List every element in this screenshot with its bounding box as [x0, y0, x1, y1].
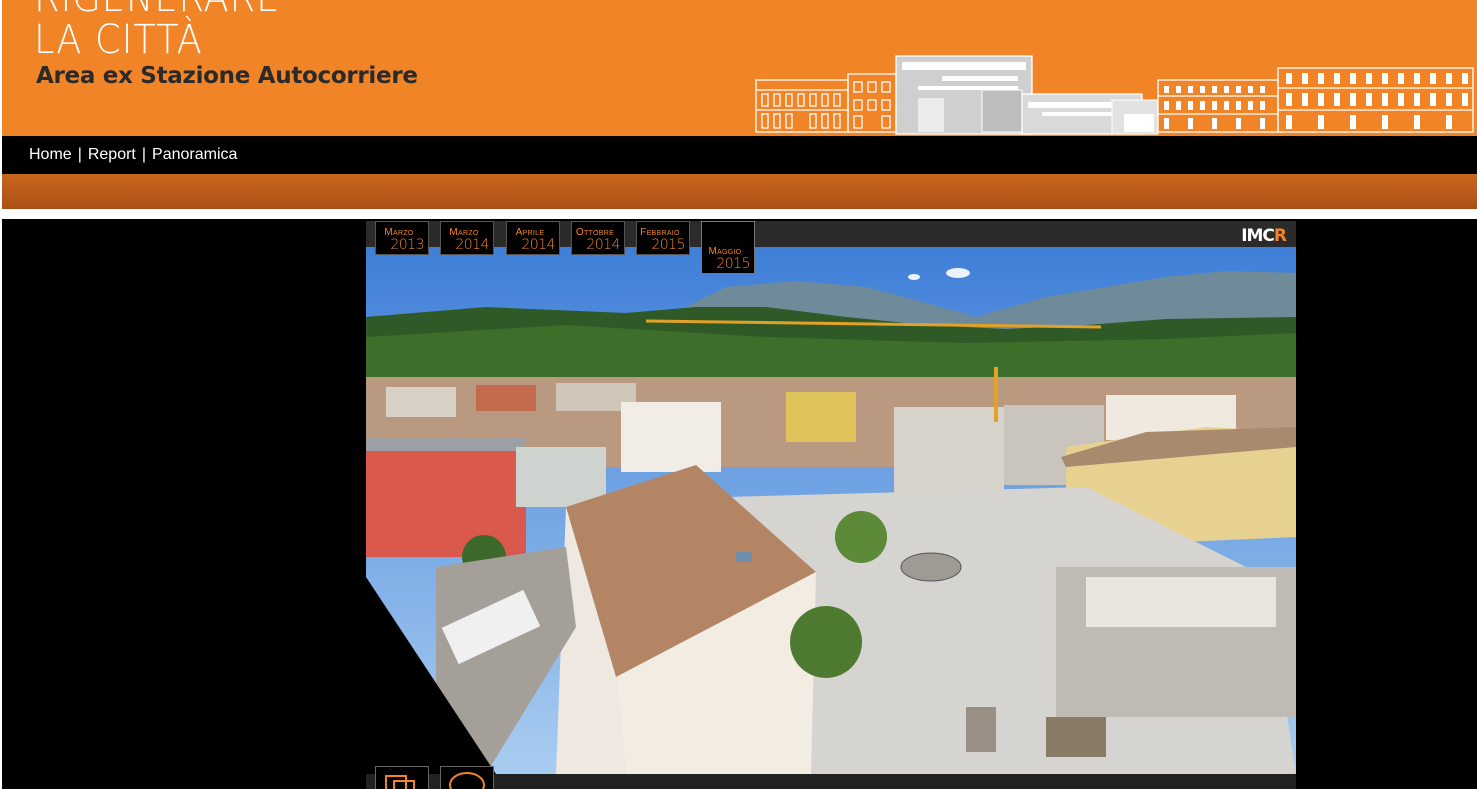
- main-nav: Home | Report | Panoramica: [2, 136, 1477, 174]
- date-tab-aprile-2014[interactable]: Aprile 2014: [506, 221, 560, 255]
- site-title-line2: LA CITTÀ: [34, 17, 203, 63]
- viewer-bottombar: [366, 774, 1296, 789]
- logo-accent: R: [1273, 226, 1287, 246]
- comment-icon: [449, 772, 485, 789]
- tab-year: 2014: [586, 237, 620, 253]
- date-tab-ottobre-2014[interactable]: Ottobre 2014: [571, 221, 625, 255]
- tab-year: 2014: [521, 237, 555, 253]
- thumbnails-button[interactable]: [375, 766, 429, 789]
- tab-year: 2013: [390, 237, 424, 253]
- logo-text: IMC: [1241, 226, 1275, 246]
- panorama-viewer[interactable]: IMCR Marzo 2013 Marzo 2014 Aprile 2014 O…: [366, 221, 1296, 789]
- thumbnails-icon: [385, 775, 415, 789]
- tab-year: 2015: [716, 256, 750, 272]
- city-skyline-illustration: [755, 55, 1474, 135]
- tab-year: 2014: [455, 237, 489, 253]
- site-title-line1: RIGENERARE: [34, 0, 280, 18]
- date-tab-maggio-2015[interactable]: Maggio 2015: [701, 221, 755, 274]
- date-tab-marzo-2014[interactable]: Marzo 2014: [440, 221, 494, 255]
- nav-report-link[interactable]: Report: [88, 146, 136, 163]
- decorative-strip: [2, 174, 1477, 209]
- imcr-logo: IMCR: [1241, 226, 1287, 246]
- nav-panoramica-link[interactable]: Panoramica: [152, 146, 237, 163]
- comment-button[interactable]: [440, 766, 494, 789]
- nav-separator: |: [141, 146, 147, 163]
- site-header: RIGENERARE LA CITTÀ Area ex Stazione Aut…: [2, 0, 1477, 136]
- nav-items: Home | Report | Panoramica: [29, 146, 237, 164]
- nav-separator: |: [77, 146, 82, 163]
- date-tab-marzo-2013[interactable]: Marzo 2013: [375, 221, 429, 255]
- site-subtitle: Area ex Stazione Autocorriere: [36, 63, 418, 89]
- date-tab-febbraio-2015[interactable]: Febbraio 2015: [636, 221, 690, 255]
- panorama-image[interactable]: [366, 247, 1296, 774]
- nav-home-link[interactable]: Home: [29, 146, 72, 163]
- tab-year: 2015: [651, 237, 685, 253]
